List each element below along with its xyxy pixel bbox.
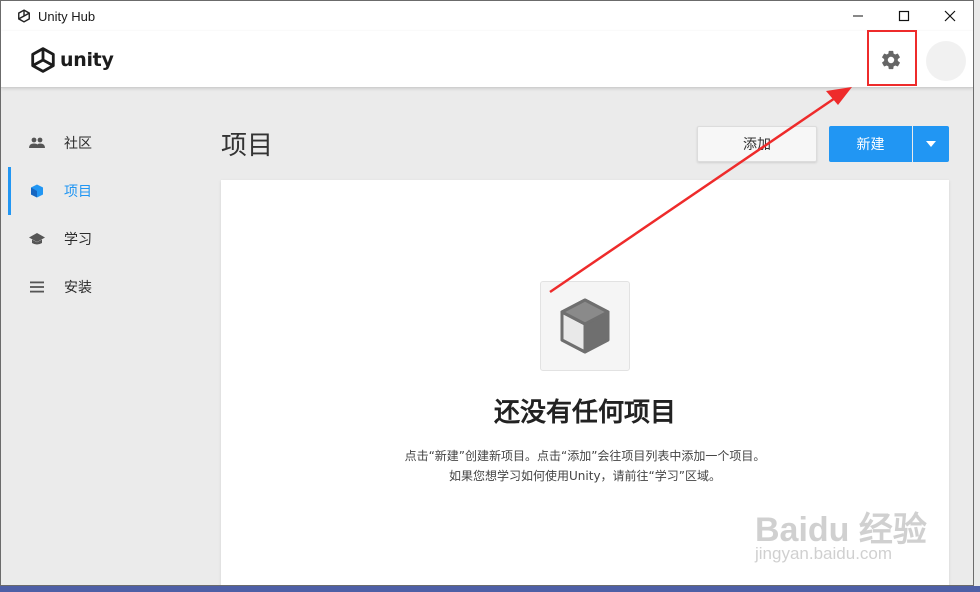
unity-app-icon [16, 8, 32, 24]
logo-text: unity [60, 49, 114, 71]
empty-state-line: 点击“新建”创建新项目。点击“添加”会往项目列表中添加一个项目。 [404, 449, 766, 463]
sidebar-item-label: 学习 [64, 232, 92, 248]
close-button[interactable] [927, 1, 973, 31]
sidebar-item-community[interactable]: 社区 [1, 119, 201, 167]
page-title: 项目 [221, 131, 274, 161]
unity-logo: unity [30, 47, 114, 73]
minimize-icon [853, 15, 863, 17]
new-project-dropdown[interactable] [913, 126, 949, 162]
people-icon [29, 135, 45, 151]
cube-icon [560, 298, 610, 354]
maximize-icon [898, 10, 910, 22]
annotation-highlight-box [867, 30, 917, 86]
sidebar-item-installs[interactable]: 安装 [1, 263, 201, 311]
sidebar-item-projects[interactable]: 项目 [1, 167, 201, 215]
account-avatar[interactable] [926, 41, 966, 81]
minimize-button[interactable] [835, 1, 881, 31]
sidebar-item-label: 社区 [64, 136, 92, 152]
sidebar: 社区 项目 学习 安装 [1, 119, 201, 311]
unity-logo-icon [31, 47, 55, 73]
title-bar: Unity Hub [1, 1, 973, 31]
caret-down-icon [926, 141, 936, 147]
empty-state-line: 如果您想学习如何使用Unity，请前往“学习”区域。 [449, 469, 721, 483]
sidebar-item-label: 安装 [64, 280, 92, 296]
maximize-button[interactable] [881, 1, 927, 31]
close-icon [944, 10, 956, 22]
watermark-url: jingyan.baidu.com [755, 544, 893, 563]
sidebar-item-learn[interactable]: 学习 [1, 215, 201, 263]
empty-state-description: 点击“新建”创建新项目。点击“添加”会往项目列表中添加一个项目。 如果您想学习如… [221, 446, 949, 486]
desktop-background [974, 0, 980, 592]
empty-cube-illustration [540, 281, 630, 371]
window-controls [835, 1, 973, 31]
desktop-background [0, 586, 980, 592]
cube-icon [29, 183, 45, 199]
list-icon [29, 279, 45, 295]
add-project-button[interactable]: 添加 [697, 126, 817, 162]
hub-header: unity [1, 31, 973, 88]
new-project-button[interactable]: 新建 [829, 126, 912, 162]
graduation-cap-icon [29, 231, 45, 247]
empty-state-title: 还没有任何项目 [493, 398, 676, 428]
baidu-watermark: Baidu 经验 jingyan.baidu.com [755, 490, 935, 570]
window-title: Unity Hub [38, 8, 96, 24]
sidebar-item-label: 项目 [64, 184, 92, 200]
